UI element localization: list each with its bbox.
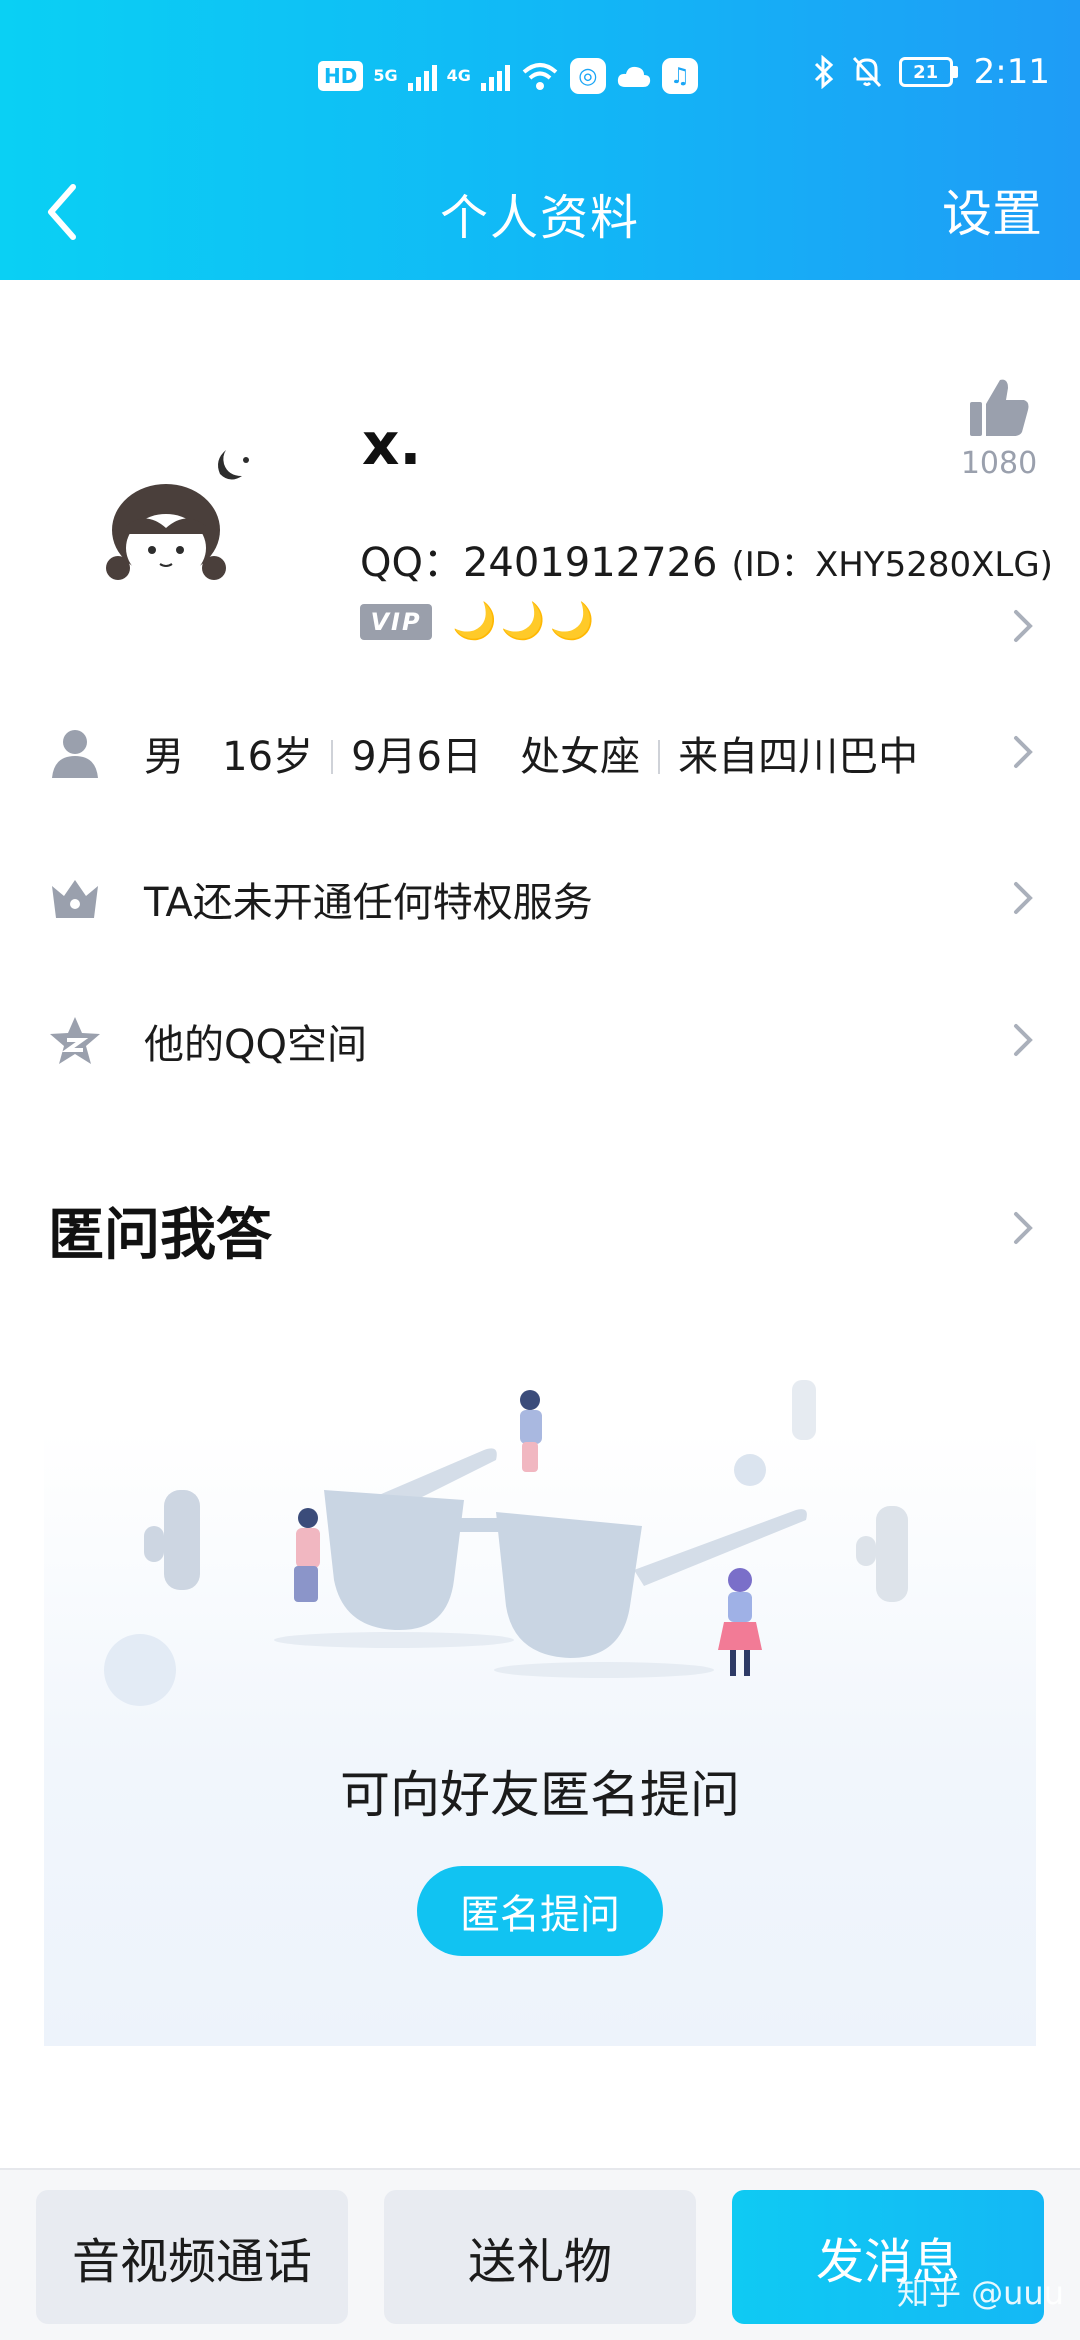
- title-bar: 个人资料 设置: [0, 150, 1080, 280]
- privilege-row[interactable]: TA还未开通任何特权服务: [0, 832, 1080, 962]
- qzone-text: 他的QQ空间: [144, 1022, 367, 1068]
- status-left-icons: HD 5G 4G ◎ ♫: [318, 58, 698, 94]
- hd-badge: HD: [318, 61, 364, 91]
- watermark: 知乎 @uuu: [896, 2274, 1064, 2312]
- app-notification-icon: ◎: [569, 58, 606, 94]
- sunglasses-illustration: [104, 1380, 908, 1706]
- music-app-icon: ♫: [661, 58, 698, 94]
- video-call-button[interactable]: 音视频通话: [36, 2190, 348, 2324]
- network-4g-label: 4G: [446, 66, 471, 85]
- settings-button[interactable]: 设置: [942, 174, 1042, 246]
- signal-icon-2: [480, 61, 510, 91]
- mute-bell-icon: [852, 56, 881, 88]
- qq-id: (ID：XHY5280XLG): [731, 545, 1053, 585]
- network-5g-label: 5G: [373, 66, 398, 85]
- chevron-right-icon[interactable]: [1008, 1208, 1038, 1248]
- chevron-right-icon[interactable]: [1008, 606, 1038, 646]
- chevron-right-icon: [1014, 882, 1033, 914]
- anon-ask-button[interactable]: 匿名提问: [417, 1866, 663, 1956]
- qzone-row[interactable]: 他的QQ空间: [0, 974, 1080, 1104]
- vip-row[interactable]: VIP 🌙 🌙 🌙: [360, 604, 594, 640]
- qzone-star-icon: [50, 1017, 100, 1064]
- basic-info-text: 男 16岁 9月6日 处女座 来自四川巴中: [144, 724, 918, 782]
- send-gift-button[interactable]: 送礼物: [384, 2190, 696, 2324]
- vip-badge: VIP: [360, 604, 432, 640]
- level-moons: 🌙 🌙 🌙: [452, 604, 594, 640]
- divider: [331, 740, 334, 774]
- anon-section-title: 匿问我答: [48, 1203, 272, 1268]
- header: HD 5G 4G ◎ ♫ 21 2:11 个人资料 设置: [0, 0, 1080, 280]
- hometown: 来自四川巴中: [678, 734, 919, 780]
- chevron-right-icon: [1014, 736, 1033, 768]
- moon-icon: 🌙: [452, 601, 497, 642]
- bluetooth-icon: [814, 55, 833, 89]
- avatar-illustration: [106, 450, 249, 582]
- like-button[interactable]: 1080: [954, 374, 1044, 481]
- status-bar: HD 5G 4G ◎ ♫ 21 2:11: [0, 0, 1080, 150]
- zodiac: 处女座: [520, 734, 641, 780]
- divider: [658, 740, 661, 774]
- like-count: 1080: [960, 446, 1038, 481]
- chevron-right-icon: [1014, 1024, 1033, 1056]
- gender: 男: [144, 734, 184, 780]
- crown-icon: [52, 880, 98, 918]
- nickname: x.: [362, 410, 422, 478]
- page-title: 个人资料: [439, 190, 640, 246]
- age: 16岁: [222, 734, 314, 780]
- person-icon: [52, 730, 98, 778]
- anon-prompt-text: 可向好友匿名提问: [340, 1766, 740, 1824]
- birthday: 9月6日: [351, 734, 482, 780]
- thumbs-up-icon: [970, 379, 1029, 436]
- battery-level: 21: [898, 57, 953, 87]
- qq-number: QQ：2401912726: [360, 540, 718, 586]
- battery-icon: 21: [898, 57, 958, 87]
- bottom-action-bar: 音视频通话 送礼物 发消息: [0, 2168, 1080, 2340]
- moon-icon: 🌙: [549, 601, 595, 642]
- wifi-icon: [522, 63, 558, 90]
- privilege-text: TA还未开通任何特权服务: [144, 880, 593, 926]
- cloud-icon: [617, 66, 650, 87]
- qq-number-line: QQ：2401912726 (ID：XHY5280XLG): [360, 530, 1053, 588]
- status-time: 2:11: [973, 52, 1050, 92]
- signal-icon: [407, 61, 437, 91]
- moon-icon: 🌙: [500, 601, 546, 642]
- basic-info-row[interactable]: 男 16岁 9月6日 处女座 来自四川巴中: [0, 686, 1080, 816]
- status-right-icons: 21 2:11: [813, 52, 1050, 92]
- avatar[interactable]: [96, 430, 276, 610]
